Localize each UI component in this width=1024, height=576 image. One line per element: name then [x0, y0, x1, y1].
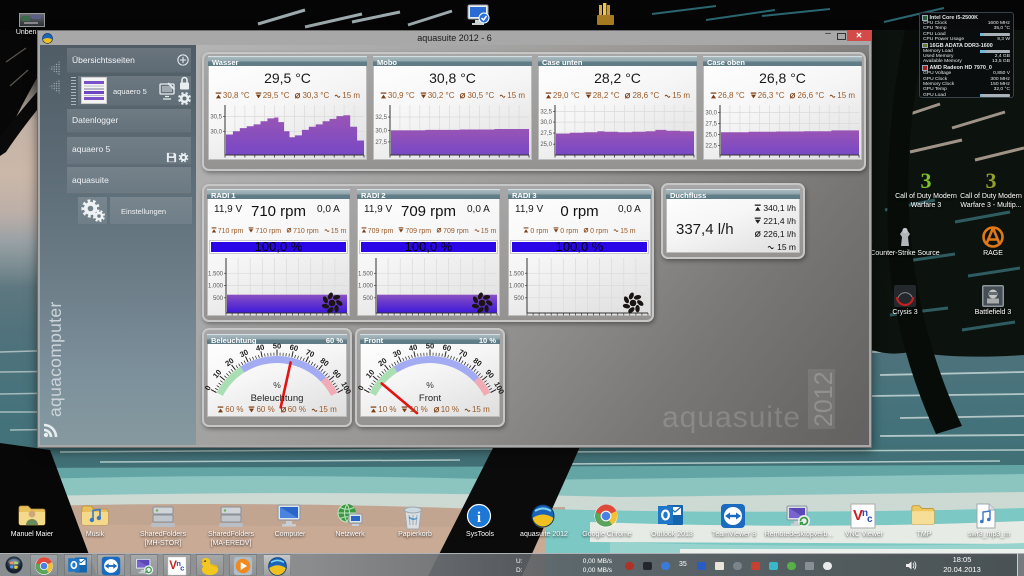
svg-text:%: % — [426, 380, 434, 390]
svg-text:c: c — [867, 514, 873, 525]
svg-text:25,0: 25,0 — [540, 142, 552, 148]
svg-text:70: 70 — [457, 347, 468, 359]
svg-text:90: 90 — [331, 368, 343, 380]
svg-text:10: 10 — [211, 368, 223, 380]
svg-text:25,0: 25,0 — [705, 133, 717, 139]
svg-text:50: 50 — [273, 342, 281, 351]
svg-text:1.000: 1.000 — [358, 284, 374, 290]
svg-text:90: 90 — [484, 368, 496, 380]
svg-text:i: i — [477, 510, 481, 526]
svg-text:500: 500 — [363, 296, 374, 302]
svg-text:27,5: 27,5 — [540, 131, 552, 137]
svg-text:0: 0 — [203, 384, 213, 392]
svg-text:40: 40 — [408, 343, 418, 354]
svg-text:60: 60 — [442, 343, 452, 354]
svg-text:1.500: 1.500 — [208, 271, 224, 277]
svg-text:80: 80 — [471, 356, 483, 368]
svg-text:3: 3 — [921, 168, 932, 192]
svg-text:60: 60 — [289, 343, 299, 354]
svg-text:Front: Front — [419, 393, 442, 404]
svg-text:30,0: 30,0 — [375, 128, 387, 134]
svg-text:%: % — [273, 380, 281, 390]
svg-text:30,0: 30,0 — [705, 110, 717, 116]
svg-text:20: 20 — [376, 356, 388, 368]
svg-text:70: 70 — [304, 347, 315, 359]
svg-text:500: 500 — [514, 296, 525, 302]
svg-text:1.500: 1.500 — [509, 271, 525, 277]
svg-text:27,5: 27,5 — [375, 140, 387, 146]
svg-text:80: 80 — [318, 356, 330, 368]
svg-text:100: 100 — [339, 380, 352, 395]
svg-text:22,5: 22,5 — [705, 144, 717, 150]
svg-text:20: 20 — [223, 356, 235, 368]
svg-text:10: 10 — [364, 368, 376, 380]
svg-text:32,5: 32,5 — [375, 115, 387, 121]
svg-text:Beleuchtung: Beleuchtung — [251, 393, 304, 404]
svg-text:40: 40 — [255, 343, 265, 354]
svg-text:30,0: 30,0 — [210, 129, 222, 135]
svg-text:0: 0 — [356, 384, 366, 392]
svg-text:3: 3 — [986, 168, 997, 192]
svg-text:1.000: 1.000 — [208, 284, 224, 290]
svg-text:30: 30 — [391, 347, 402, 359]
svg-text:27,5: 27,5 — [705, 122, 717, 128]
svg-text:1.000: 1.000 — [509, 284, 525, 290]
svg-text:100: 100 — [492, 380, 505, 395]
svg-text:1.500: 1.500 — [358, 271, 374, 277]
svg-text:500: 500 — [213, 296, 224, 302]
svg-text:50: 50 — [426, 342, 434, 351]
svg-text:30,5: 30,5 — [210, 115, 222, 121]
svg-text:32,5: 32,5 — [540, 110, 552, 116]
svg-text:30,0: 30,0 — [540, 120, 552, 126]
svg-text:c: c — [180, 563, 185, 572]
svg-text:30: 30 — [238, 347, 249, 359]
